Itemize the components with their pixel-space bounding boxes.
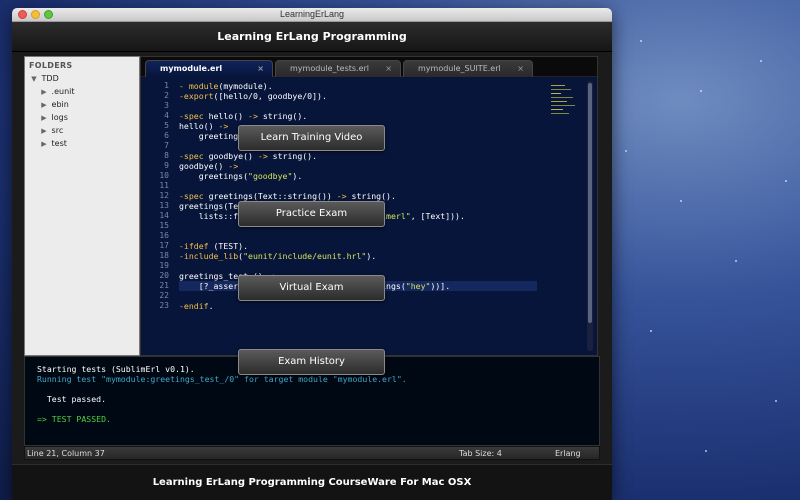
line-number: 13 bbox=[159, 201, 169, 210]
sidebar-header: FOLDERS bbox=[29, 61, 73, 70]
line-number: 19 bbox=[159, 261, 169, 270]
line-number: 1 bbox=[164, 81, 169, 90]
tab-label: mymodule_SUITE.erl bbox=[418, 64, 501, 73]
line-number: 3 bbox=[164, 101, 169, 110]
tab-size-indicator[interactable]: Tab Size: 4 bbox=[459, 449, 502, 458]
line-number: 18 bbox=[159, 251, 169, 260]
close-tab-icon[interactable]: × bbox=[385, 61, 392, 76]
line-number: 16 bbox=[159, 231, 169, 240]
tree-item-tdd[interactable]: ▼ TDD bbox=[25, 72, 139, 85]
line-number: 10 bbox=[159, 171, 169, 180]
disclosure-right-icon[interactable]: ▶ bbox=[39, 138, 49, 151]
tree-item-label: .eunit bbox=[51, 87, 75, 96]
tab-mymodule-erl[interactable]: mymodule.erl × bbox=[145, 60, 273, 77]
code-line[interactable]: -spec greetings(Text::string()) -> strin… bbox=[179, 191, 537, 201]
line-number: 14 bbox=[159, 211, 169, 220]
tab-mymodule-tests-erl[interactable]: mymodule_tests.erl × bbox=[275, 60, 401, 77]
line-number: 5 bbox=[164, 121, 169, 130]
code-line[interactable]: greetings("goodbye"). bbox=[179, 171, 537, 181]
tab-label: mymodule_tests.erl bbox=[290, 64, 370, 73]
line-number: 15 bbox=[159, 221, 169, 230]
code-line[interactable]: -export([hello/0, goodbye/0]). bbox=[179, 91, 537, 101]
app-footer-title: Learning ErLang Programming CourseWare F… bbox=[152, 477, 472, 488]
status-bar: Line 21, Column 37 Tab Size: 4 Erlang bbox=[24, 446, 600, 460]
tab-mymodule-suite-erl[interactable]: mymodule_SUITE.erl × bbox=[403, 60, 533, 77]
tree-item-label: TDD bbox=[41, 74, 59, 83]
line-number: 9 bbox=[164, 161, 169, 170]
close-tab-icon[interactable]: × bbox=[257, 61, 264, 76]
code-line[interactable]: - module(mymodule). bbox=[179, 81, 537, 91]
close-tab-icon[interactable]: × bbox=[517, 61, 524, 76]
tree-item-label: ebin bbox=[51, 100, 69, 109]
code-line[interactable] bbox=[179, 231, 537, 241]
editor-tab-bar: mymodule.erl × mymodule_tests.erl × mymo… bbox=[141, 57, 597, 77]
code-line[interactable]: goodbye() -> bbox=[179, 161, 537, 171]
app-header-title: Learning ErLang Programming bbox=[217, 30, 407, 43]
code-line[interactable] bbox=[179, 261, 537, 271]
tree-item-logs[interactable]: ▶ logs bbox=[25, 111, 139, 124]
line-number-gutter: 1 2 3 4 5 6 7 8 9 10 11 12 13 14 15 16 17 18 19 20 21 22 23 bbox=[141, 81, 169, 311]
app-footer: Learning ErLang Programming CourseWare F… bbox=[12, 464, 612, 500]
code-minimap[interactable] bbox=[551, 83, 577, 123]
tree-item-test[interactable]: ▶ test bbox=[25, 137, 139, 150]
code-line[interactable]: -ifdef (TEST). bbox=[179, 241, 537, 251]
console-line: Running test "mymodule:greetings_test_/0… bbox=[37, 374, 407, 384]
line-number: 2 bbox=[164, 91, 169, 100]
code-line[interactable] bbox=[179, 181, 537, 191]
tree-item-eunit[interactable]: ▶ .eunit bbox=[25, 85, 139, 98]
code-line[interactable]: -spec goodbye() -> string(). bbox=[179, 151, 537, 161]
line-number: 22 bbox=[159, 291, 169, 300]
line-number: 21 bbox=[159, 281, 169, 290]
line-number: 12 bbox=[159, 191, 169, 200]
exam-history-button[interactable]: Exam History bbox=[238, 349, 385, 375]
code-line[interactable]: -spec hello() -> string(). bbox=[179, 111, 537, 121]
code-line[interactable]: -endif. bbox=[179, 301, 537, 311]
app-header: Learning ErLang Programming bbox=[12, 22, 612, 52]
learn-training-video-button[interactable]: Learn Training Video bbox=[238, 125, 385, 151]
cursor-position: Line 21, Column 37 bbox=[27, 449, 105, 458]
tree-item-label: logs bbox=[51, 113, 68, 122]
code-line[interactable]: -include_lib("eunit/include/eunit.hrl"). bbox=[179, 251, 537, 261]
console-line: Test passed. bbox=[37, 394, 107, 404]
practice-exam-button[interactable]: Practice Exam bbox=[238, 201, 385, 227]
syntax-indicator[interactable]: Erlang bbox=[555, 449, 581, 458]
virtual-exam-button[interactable]: Virtual Exam bbox=[238, 275, 385, 301]
editor-scrollbar[interactable] bbox=[587, 81, 593, 351]
title-bar: LearningErLang bbox=[12, 8, 612, 22]
tree-item-src[interactable]: ▶ src bbox=[25, 124, 139, 137]
tree-item-label: src bbox=[51, 126, 64, 135]
line-number: 11 bbox=[159, 181, 169, 190]
line-number: 20 bbox=[159, 271, 169, 280]
line-number: 23 bbox=[159, 301, 169, 310]
folders-sidebar: FOLDERS ▼ TDD ▶ .eunit ▶ ebin ▶ logs ▶ s… bbox=[24, 56, 140, 356]
line-number: 4 bbox=[164, 111, 169, 120]
tree-item-label: test bbox=[51, 139, 67, 148]
line-number: 8 bbox=[164, 151, 169, 160]
line-number: 7 bbox=[164, 141, 169, 150]
console-line: => TEST PASSED. bbox=[37, 414, 111, 424]
app-window: LearningErLang Learning ErLang Programmi… bbox=[12, 8, 612, 500]
editor-scrollbar-thumb[interactable] bbox=[588, 83, 592, 323]
disclosure-down-icon[interactable]: ▼ bbox=[29, 73, 39, 86]
code-line[interactable] bbox=[179, 101, 537, 111]
tab-label: mymodule.erl bbox=[160, 64, 223, 73]
tree-item-ebin[interactable]: ▶ ebin bbox=[25, 98, 139, 111]
line-number: 17 bbox=[159, 241, 169, 250]
line-number: 6 bbox=[164, 131, 169, 140]
window-title: LearningErLang bbox=[279, 9, 345, 19]
